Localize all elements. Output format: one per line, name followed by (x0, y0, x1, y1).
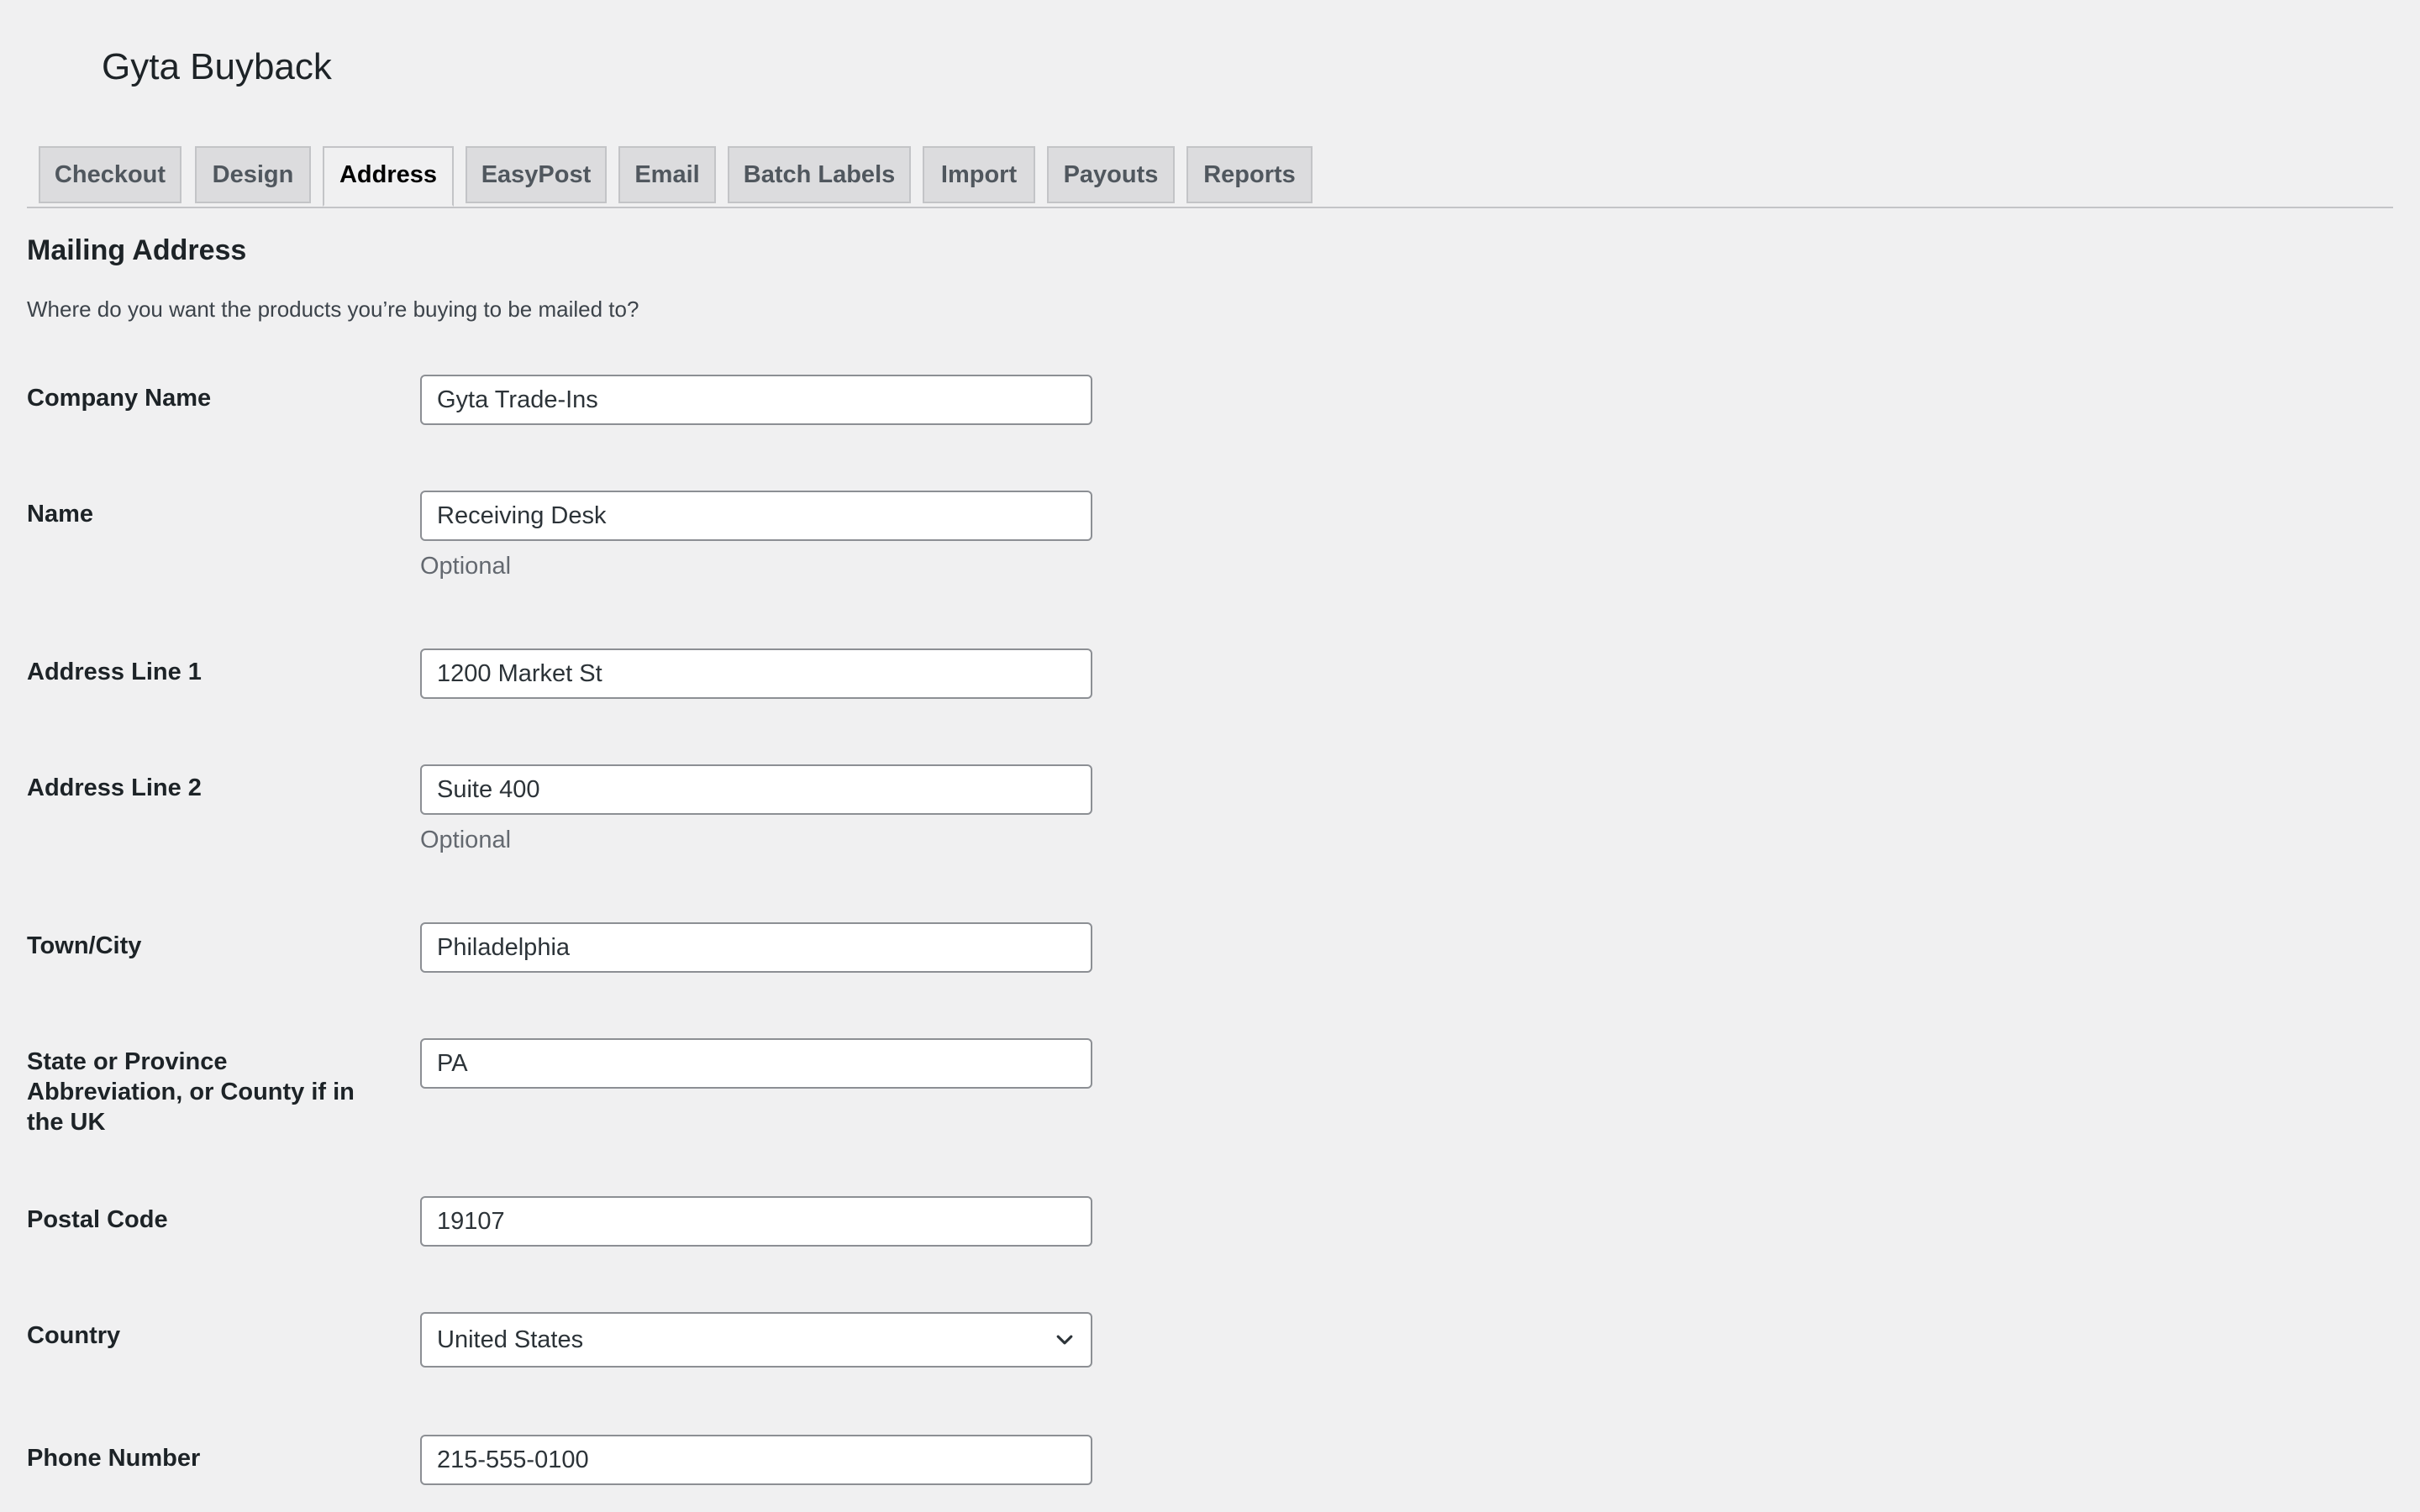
address-line-2-input[interactable] (420, 764, 1092, 815)
address-line-2-optional-hint: Optional (420, 827, 512, 853)
country-select[interactable]: United States (420, 1312, 1092, 1368)
name-optional-hint: Optional (420, 553, 512, 580)
tab-bar: Checkout Design Address EasyPost Email B… (27, 144, 2393, 208)
phone-number-label: Phone Number (27, 1445, 201, 1472)
tab-design[interactable]: Design (195, 146, 311, 203)
company-name-label: Company Name (27, 385, 212, 412)
app-title: Gyta Buyback (102, 46, 332, 87)
address-line-1-label: Address Line 1 (27, 659, 202, 685)
country-select-value: United States (437, 1326, 584, 1353)
section-title: Mailing Address (27, 234, 247, 266)
postal-code-label: Postal Code (27, 1206, 168, 1233)
tab-import[interactable]: Import (923, 146, 1035, 203)
address-line-2-label: Address Line 2 (27, 774, 202, 801)
town-city-input[interactable] (420, 922, 1092, 973)
section-description: Where do you want the products you’re bu… (27, 297, 639, 322)
phone-number-input[interactable] (420, 1435, 1092, 1485)
name-input[interactable] (420, 491, 1092, 541)
company-name-input[interactable] (420, 375, 1092, 425)
state-label: State or Province Abbreviation, or Count… (27, 1048, 355, 1136)
state-input[interactable] (420, 1038, 1092, 1089)
tab-payouts[interactable]: Payouts (1047, 146, 1175, 203)
tab-easypost[interactable]: EasyPost (466, 146, 607, 203)
name-label: Name (27, 501, 93, 528)
tab-address[interactable]: Address (323, 146, 454, 207)
tab-reports[interactable]: Reports (1186, 146, 1313, 203)
town-city-label: Town/City (27, 932, 142, 959)
chevron-down-icon (1056, 1335, 1073, 1345)
country-label: Country (27, 1322, 121, 1349)
tab-batch-labels[interactable]: Batch Labels (728, 146, 911, 203)
address-line-1-input[interactable] (420, 648, 1092, 699)
postal-code-input[interactable] (420, 1196, 1092, 1247)
tab-checkout[interactable]: Checkout (39, 146, 182, 203)
tab-email[interactable]: Email (618, 146, 716, 203)
